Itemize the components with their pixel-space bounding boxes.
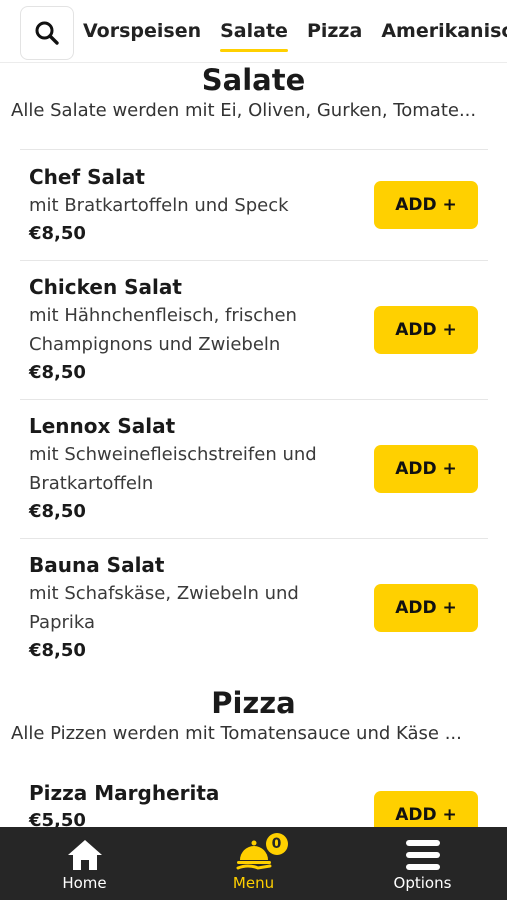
item-name: Bauna Salat — [29, 553, 165, 577]
home-icon — [67, 840, 102, 870]
item-description: mit Hähnchenfleisch, frischen Champignon… — [29, 305, 297, 355]
menu-item: Bauna Salat mit Schafskäse, Zwiebeln und… — [20, 538, 488, 677]
section-description: Alle Pizzen werden mit Tomatensauce und … — [11, 723, 462, 744]
category-bar: Vorspeisen Salate Pizza Amerikanische — [0, 0, 507, 63]
nav-options-label: Options — [393, 874, 452, 892]
item-description: mit Schafskäse, Zwiebeln und Paprika — [29, 583, 299, 633]
tab-vorspeisen[interactable]: Vorspeisen — [83, 14, 201, 48]
cart-count-badge: 0 — [265, 833, 288, 855]
add-button[interactable]: ADD + — [374, 181, 478, 229]
tab-pizza[interactable]: Pizza — [307, 14, 362, 48]
section-title: Salate — [201, 63, 306, 97]
item-description: mit Schweinefleischstreifen und Bratkart… — [29, 444, 317, 494]
menu-item: Lennox Salat mit Schweinefleischstreifen… — [20, 399, 488, 538]
tab-salate[interactable]: Salate — [220, 14, 288, 52]
item-name: Chicken Salat — [29, 275, 182, 299]
menu-item: Chef Salat mit Bratkartoffeln und Speck … — [20, 149, 488, 260]
section-description: Alle Salate werden mit Ei, Oliven, Gurke… — [11, 100, 477, 121]
menu-item: Chicken Salat mit Hähnchenfleisch, frisc… — [20, 260, 488, 399]
item-price: €8,50 — [29, 362, 86, 383]
tab-amerikanische[interactable]: Amerikanische — [381, 14, 507, 48]
nav-menu[interactable]: 0 Menu — [169, 827, 338, 900]
nav-menu-label: Menu — [232, 874, 275, 892]
add-button[interactable]: ADD + — [374, 445, 478, 493]
category-tabs: Vorspeisen Salate Pizza Amerikanische — [83, 0, 507, 62]
item-price: €8,50 — [29, 640, 86, 661]
add-button[interactable]: ADD + — [374, 306, 478, 354]
bottom-navigation: Home 0 Menu Options — [0, 827, 507, 900]
add-button[interactable]: ADD + — [374, 791, 478, 827]
item-price: €8,50 — [29, 501, 86, 522]
menu-item: Pizza Margherita €5,50 ADD + — [20, 767, 488, 827]
search-icon — [35, 21, 59, 45]
menu-icon — [405, 840, 440, 870]
add-button[interactable]: ADD + — [374, 584, 478, 632]
search-button[interactable] — [20, 6, 74, 60]
section-title: Pizza — [211, 686, 296, 720]
menu-content: Salate Alle Salate werden mit Ei, Oliven… — [0, 62, 507, 827]
nav-options[interactable]: Options — [338, 827, 507, 900]
nav-home-label: Home — [62, 874, 107, 892]
item-description: mit Bratkartoffeln und Speck — [29, 195, 289, 216]
nav-home[interactable]: Home — [0, 827, 169, 900]
item-name: Lennox Salat — [29, 414, 176, 438]
